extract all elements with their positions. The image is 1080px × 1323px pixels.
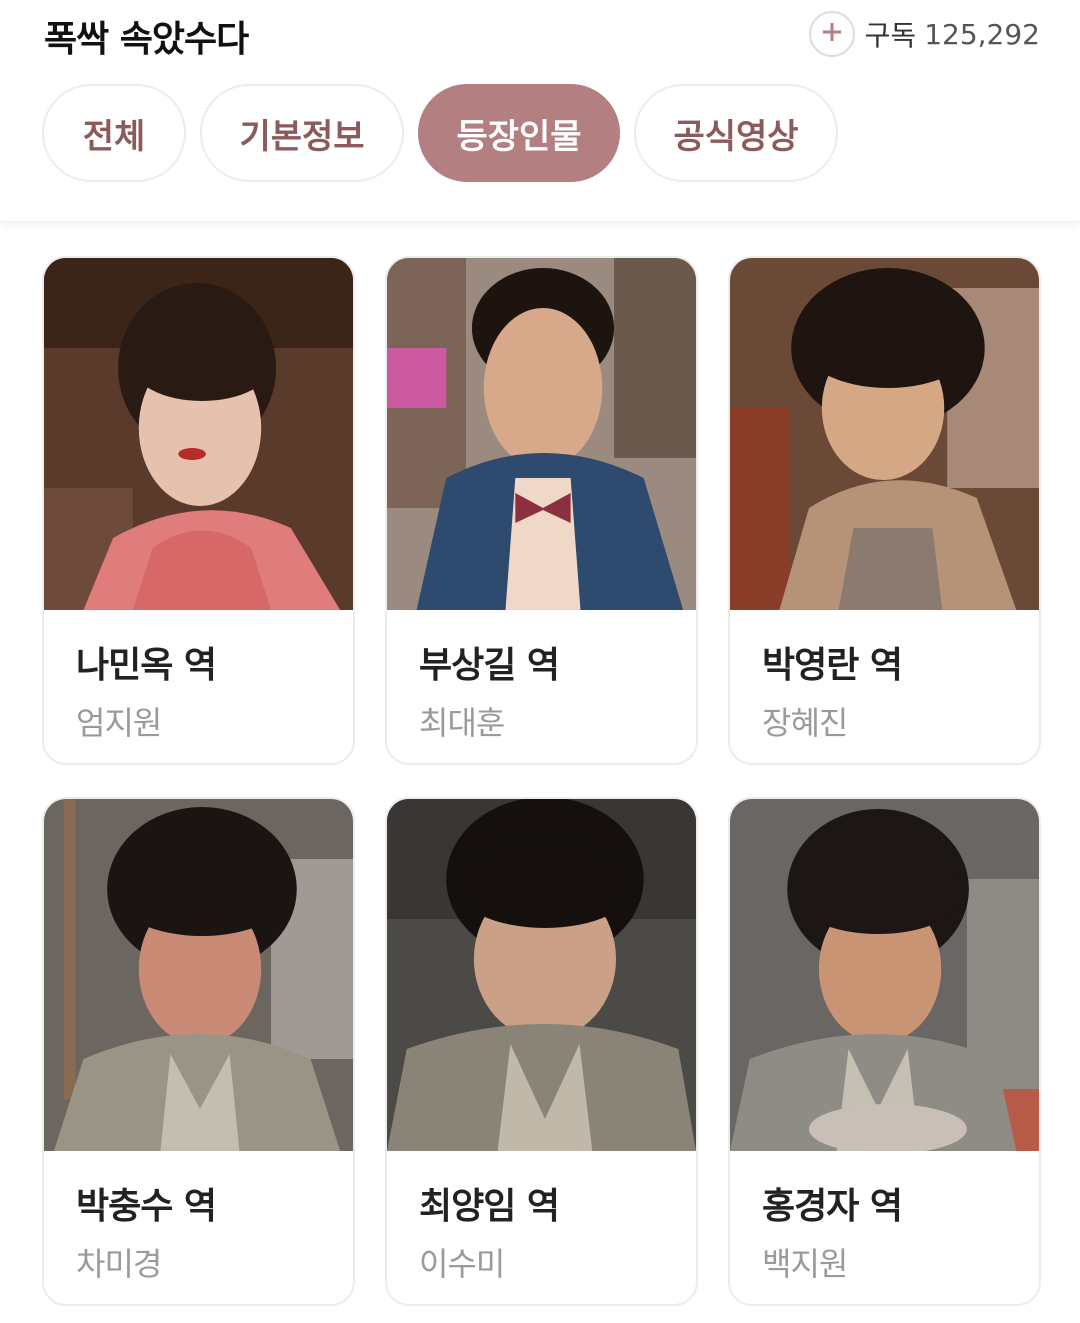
character-card[interactable]: 부상길 역 최대훈 — [385, 256, 698, 765]
character-role: 나민옥 역 — [76, 645, 217, 686]
tab-basic-info[interactable]: 기본정보 — [200, 84, 404, 182]
tab-bar: 전체 기본정보 등장인물 공식영상 — [42, 84, 852, 182]
character-photo — [387, 258, 696, 610]
character-role: 박영란 역 — [762, 645, 903, 686]
header: 폭싹 속았수다 구독 125,292 전체 기본정보 등장인물 공식영상 — [0, 0, 1080, 222]
character-info: 나민옥 역 엄지원 — [44, 610, 353, 744]
character-card[interactable]: 박영란 역 장혜진 — [728, 256, 1041, 765]
character-info: 박충수 역 차미경 — [44, 1151, 353, 1285]
character-info: 부상길 역 최대훈 — [387, 610, 696, 744]
subscribe-area[interactable]: 구독 125,292 — [808, 10, 1040, 58]
character-role: 박충수 역 — [76, 1186, 217, 1227]
character-photo — [730, 258, 1039, 610]
page-title: 폭싹 속았수다 — [44, 19, 249, 60]
character-role: 홍경자 역 — [762, 1186, 903, 1227]
character-photo — [387, 799, 696, 1151]
character-info: 홍경자 역 백지원 — [730, 1151, 1039, 1285]
character-info: 최양임 역 이수미 — [387, 1151, 696, 1285]
subscriber-count: 125,292 — [924, 17, 1040, 51]
character-info: 박영란 역 장혜진 — [730, 610, 1039, 744]
plus-icon — [821, 21, 843, 47]
character-photo — [730, 799, 1039, 1151]
tab-characters[interactable]: 등장인물 — [418, 84, 620, 182]
character-card[interactable]: 나민옥 역 엄지원 — [42, 256, 355, 765]
actor-name: 최대훈 — [419, 704, 505, 742]
tab-official-video[interactable]: 공식영상 — [634, 84, 838, 182]
character-photo — [44, 799, 353, 1151]
character-role: 부상길 역 — [419, 645, 560, 686]
character-photo — [44, 258, 353, 610]
subscribe-button[interactable] — [808, 11, 855, 57]
actor-name: 이수미 — [419, 1245, 505, 1283]
actor-name: 차미경 — [76, 1245, 162, 1283]
character-role: 최양임 역 — [419, 1186, 560, 1227]
actor-name: 장혜진 — [762, 704, 848, 742]
actor-name: 엄지원 — [76, 704, 162, 742]
actor-name: 백지원 — [762, 1245, 848, 1283]
character-card[interactable]: 박충수 역 차미경 — [42, 797, 355, 1306]
character-card[interactable]: 최양임 역 이수미 — [385, 797, 698, 1306]
tab-all[interactable]: 전체 — [42, 84, 186, 182]
character-grid: 나민옥 역 엄지원 부상길 역 최대훈 박영란 역 장혜진 박충수 역 차미경 … — [42, 256, 1042, 1306]
character-card[interactable]: 홍경자 역 백지원 — [728, 797, 1041, 1306]
subscribe-label: 구독 — [864, 19, 917, 52]
